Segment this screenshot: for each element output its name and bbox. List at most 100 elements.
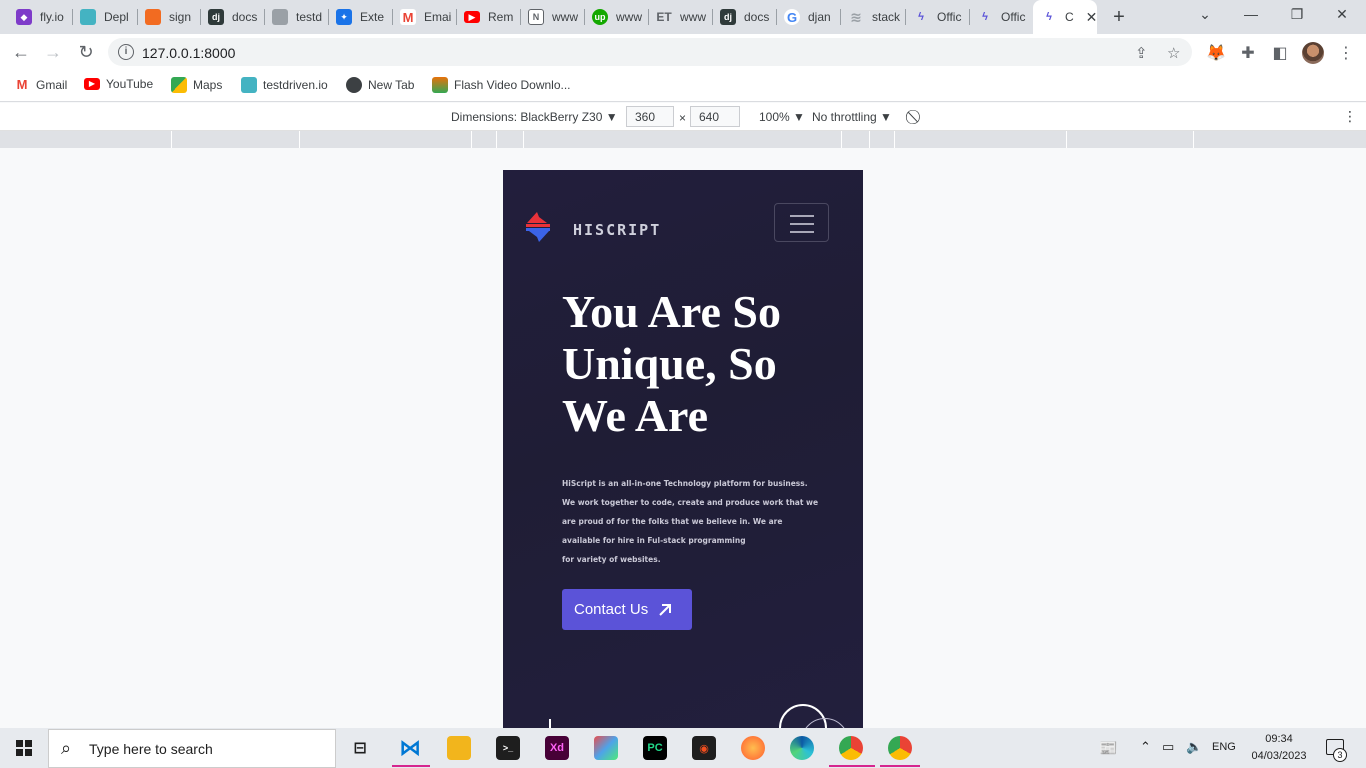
- bookmark-gmail[interactable]: M Gmail: [14, 77, 68, 93]
- clock-date: 04/03/2023: [1251, 750, 1307, 762]
- dimension-separator: ×: [679, 111, 687, 125]
- tab-search-icon[interactable]: ⌄: [1193, 6, 1217, 23]
- terminal-icon[interactable]: >_: [496, 736, 520, 760]
- windows-start-icon[interactable]: [16, 740, 32, 756]
- tab-label: stack: [872, 10, 901, 24]
- device-dimensions-select[interactable]: Dimensions: BlackBerry Z30 ▼: [451, 110, 618, 124]
- cube-icon: [241, 77, 257, 93]
- bookmark-testdriven[interactable]: testdriven.io: [241, 77, 328, 93]
- media-query-bar[interactable]: [0, 131, 1366, 148]
- hero-title: You Are So Unique, So We Are: [562, 286, 781, 441]
- bookmark-label: testdriven.io: [263, 78, 328, 92]
- hiscript-logo-icon[interactable]: [523, 212, 553, 242]
- search-placeholder: Type here to search: [89, 741, 213, 757]
- bookmark-new-tab[interactable]: New Tab: [346, 77, 414, 93]
- cube-icon: [272, 9, 288, 25]
- figma-icon[interactable]: ◉: [692, 736, 716, 760]
- device-height-input[interactable]: 640: [690, 106, 740, 127]
- gmail-icon: M: [400, 9, 416, 25]
- youtube-icon: ▶: [464, 11, 480, 23]
- tab-deploy[interactable]: Depl: [72, 4, 136, 30]
- flyio-icon: ◆: [16, 9, 32, 25]
- tab-official-2[interactable]: ϟ Offic: [969, 4, 1031, 30]
- bookmark-star-icon[interactable]: ☆: [1167, 44, 1180, 62]
- chrome-icon[interactable]: [888, 736, 912, 760]
- chrome-icon[interactable]: [839, 736, 863, 760]
- tab-docs-2[interactable]: dj docs: [712, 4, 775, 30]
- tab-testdriven[interactable]: testd: [264, 4, 327, 30]
- device-viewport: HISCRIPT You Are So Unique, So We Are Hi…: [503, 170, 863, 728]
- bookmark-youtube[interactable]: ▶ YouTube: [84, 77, 153, 91]
- forward-button[interactable]: →: [42, 42, 64, 64]
- news-widget-icon[interactable]: 📰: [1099, 739, 1118, 757]
- brand-name[interactable]: HISCRIPT: [573, 221, 661, 239]
- hamburger-menu-button[interactable]: [774, 203, 829, 242]
- bookmark-maps[interactable]: Maps: [171, 77, 222, 93]
- tab-remove[interactable]: ▶ Rem: [456, 4, 519, 30]
- zoom-select[interactable]: 100% ▼: [759, 110, 805, 124]
- tab-flyio[interactable]: ◆ fly.io: [8, 4, 70, 30]
- close-tab-icon[interactable]: ✕: [1086, 9, 1097, 26]
- tab-stack[interactable]: ≋ stack: [840, 4, 904, 30]
- tab-label: Depl: [104, 10, 129, 24]
- stack-icon: ≋: [850, 8, 862, 25]
- adobe-xd-icon[interactable]: Xd: [545, 736, 569, 760]
- tab-label: docs: [744, 10, 770, 24]
- tab-sign[interactable]: sign: [137, 4, 199, 30]
- hero-description-line: for variety of websites.: [562, 555, 661, 564]
- tab-www-1[interactable]: N www: [520, 4, 583, 30]
- tab-label: fly.io: [40, 10, 64, 24]
- pycharm-icon[interactable]: PC: [643, 736, 667, 760]
- maps-icon: [171, 77, 187, 93]
- hiscript-icon: ϟ: [982, 11, 988, 23]
- bookmark-flash-video[interactable]: Flash Video Downlo...: [432, 77, 571, 93]
- clock-time: 09:34: [1265, 733, 1293, 745]
- tab-django[interactable]: G djan: [776, 4, 839, 30]
- tab-extensions[interactable]: ✦ Exte: [328, 4, 391, 30]
- language-indicator[interactable]: ENG: [1212, 741, 1236, 753]
- vscode-icon[interactable]: ⋈: [398, 735, 422, 760]
- hero-description-line: HiScript is an all-in-one Technology pla…: [562, 479, 808, 488]
- more-options-icon[interactable]: ⋮: [1343, 108, 1357, 125]
- side-panel-icon[interactable]: ◧: [1270, 43, 1290, 63]
- task-view-icon[interactable]: ⊟: [348, 736, 372, 760]
- tab-label: Offic: [1001, 10, 1026, 24]
- tab-www-3[interactable]: ET www: [648, 4, 711, 30]
- gmail-icon: M: [16, 77, 28, 92]
- back-button[interactable]: ←: [10, 42, 32, 64]
- address-bar[interactable]: i 127.0.0.1:8000 ⇪ ☆: [108, 38, 1192, 66]
- metamask-icon[interactable]: 🦊: [1206, 43, 1226, 63]
- reload-button[interactable]: ↻: [75, 42, 97, 64]
- throttling-select[interactable]: No throttling ▼: [812, 110, 892, 124]
- extensions-icon[interactable]: ✚: [1238, 43, 1258, 63]
- restore-button[interactable]: ❐: [1285, 6, 1309, 23]
- share-icon[interactable]: ⇪: [1135, 44, 1148, 62]
- tab-official-1[interactable]: ϟ Offic: [905, 4, 968, 30]
- tab-docs[interactable]: dj docs: [200, 4, 263, 30]
- minimize-button[interactable]: —: [1239, 6, 1263, 22]
- new-tab-button[interactable]: +: [1108, 6, 1130, 29]
- tab-label: docs: [232, 10, 258, 24]
- menu-icon[interactable]: ⋮: [1336, 43, 1356, 63]
- hero-description-line: are proud of for the folks that we belie…: [562, 517, 783, 526]
- file-explorer-icon[interactable]: [447, 736, 471, 760]
- app-icon[interactable]: [594, 736, 618, 760]
- tab-label: www: [680, 10, 706, 24]
- device-width-input[interactable]: 360: [626, 106, 674, 127]
- clock[interactable]: 09:34 04/03/2023: [1248, 731, 1310, 765]
- tab-active[interactable]: ϟ C ✕: [1033, 0, 1097, 34]
- firefox-icon[interactable]: [741, 736, 765, 760]
- edge-icon[interactable]: [790, 736, 814, 760]
- tab-www-2[interactable]: up www: [584, 4, 647, 30]
- avatar[interactable]: [1302, 42, 1324, 64]
- n-icon: N: [528, 9, 544, 25]
- tab-label: Exte: [360, 10, 385, 24]
- tab-email[interactable]: M Emai: [392, 4, 455, 30]
- battery-icon[interactable]: ▭: [1162, 739, 1174, 755]
- contact-us-button[interactable]: Contact Us: [562, 589, 692, 630]
- volume-icon[interactable]: 🔈: [1186, 739, 1202, 755]
- site-info-icon[interactable]: i: [118, 44, 134, 60]
- close-window-button[interactable]: ✕: [1330, 6, 1354, 23]
- tray-expand-icon[interactable]: ⌃: [1140, 739, 1151, 755]
- taskbar-search-box[interactable]: ⌕ Type here to search: [48, 729, 336, 768]
